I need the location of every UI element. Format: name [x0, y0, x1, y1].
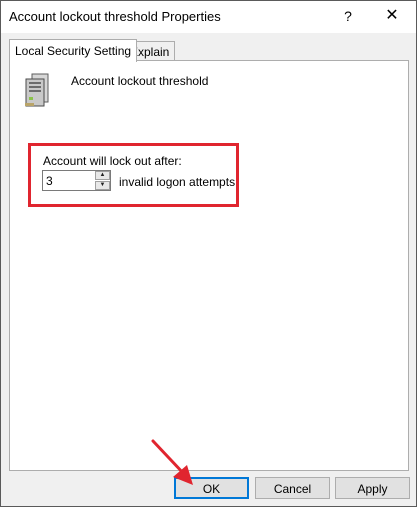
- spin-down-button[interactable]: ▼: [95, 181, 110, 190]
- window-title: Account lockout threshold Properties: [9, 9, 221, 24]
- policy-name: Account lockout threshold: [71, 74, 209, 88]
- help-button[interactable]: ?: [337, 5, 359, 27]
- spin-up-button[interactable]: ▲: [95, 171, 110, 180]
- apply-button[interactable]: Apply: [335, 477, 410, 499]
- tab-panel: Account lockout threshold Account will l…: [9, 60, 409, 471]
- lockout-label: Account will lock out after:: [43, 154, 182, 168]
- server-icon: [25, 73, 49, 107]
- title-bar[interactable]: Account lockout threshold Properties ? ✕: [1, 1, 416, 33]
- units-label: invalid logon attempts: [119, 175, 236, 189]
- lockout-threshold-input[interactable]: [43, 171, 95, 190]
- tab-local-security-setting[interactable]: Local Security Setting: [9, 39, 138, 62]
- red-arrow-icon: [151, 439, 193, 485]
- lockout-threshold-stepper[interactable]: ▲ ▼: [42, 170, 111, 191]
- properties-dialog: Account lockout threshold Properties ? ✕…: [0, 0, 417, 507]
- cancel-button[interactable]: Cancel: [255, 477, 330, 499]
- close-button[interactable]: ✕: [375, 3, 409, 29]
